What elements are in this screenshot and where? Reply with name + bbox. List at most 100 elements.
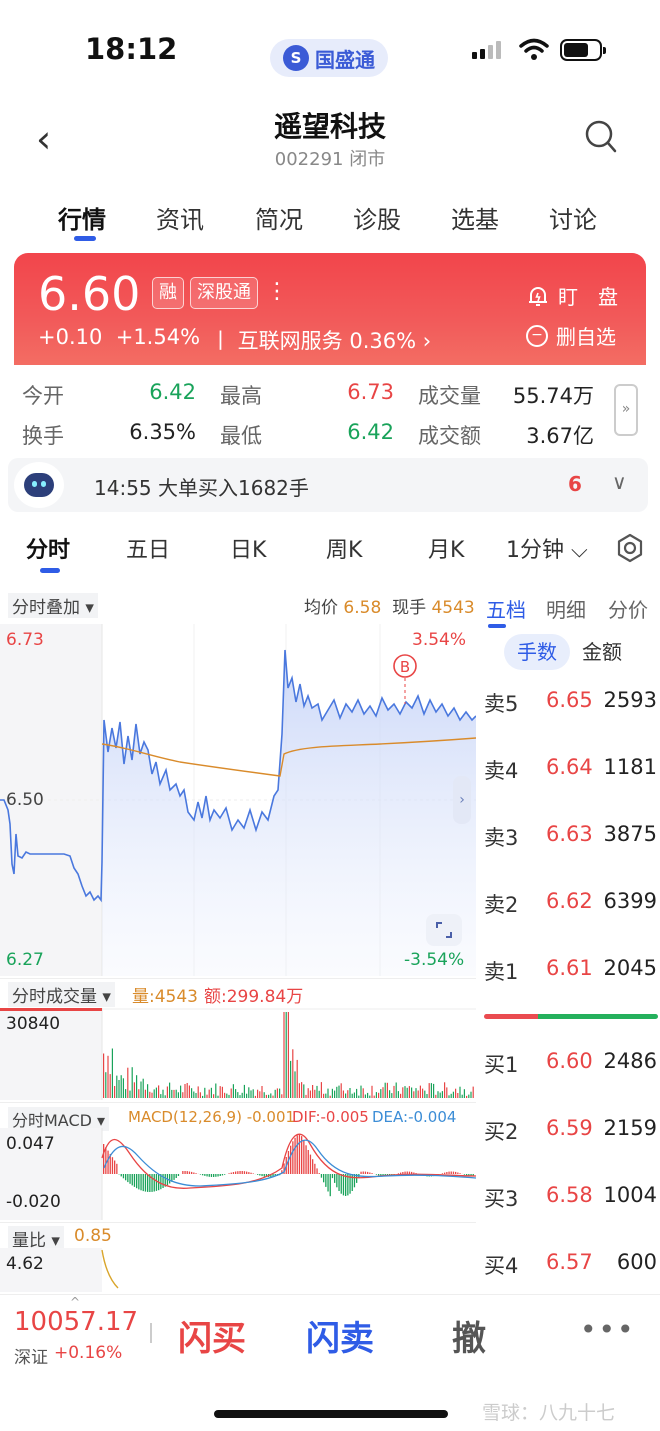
macd-bar <box>116 1163 118 1174</box>
bid-row[interactable]: 买3 6.58 1004 <box>480 1183 660 1215</box>
turnover-value: 6.35% <box>129 420 196 444</box>
tab-five-day[interactable]: 五日 <box>126 532 170 564</box>
ask-row[interactable]: 卖3 6.63 3875 <box>480 822 660 854</box>
volume-bar <box>246 1093 248 1098</box>
tab-details[interactable]: 明细 <box>546 594 586 623</box>
gear-icon[interactable] <box>614 532 646 564</box>
volume-bar <box>252 1089 254 1098</box>
volume-bar <box>296 1059 298 1098</box>
more-icon[interactable]: ••• <box>580 1313 636 1346</box>
bid-row[interactable]: 买2 6.59 2159 <box>480 1116 660 1148</box>
volume-bar <box>468 1094 470 1098</box>
expand-icon[interactable]: » <box>614 384 638 436</box>
volume-bar <box>395 1082 397 1098</box>
chevron-down-icon[interactable]: ∨ <box>612 470 627 494</box>
change-percent: +1.54% <box>115 325 201 349</box>
volume-bar <box>122 1078 124 1098</box>
tab-profile[interactable]: 简况 <box>255 200 303 235</box>
industry-link[interactable]: 丨 互联网服务 0.36% › <box>210 325 431 355</box>
macd-bar <box>188 1171 191 1174</box>
volume-bar <box>400 1093 402 1098</box>
tab-weekly-k[interactable]: 周K <box>326 532 362 564</box>
stock-code-status: 002291 闭市 <box>274 149 386 170</box>
tab-market[interactable]: 行情 <box>58 200 106 235</box>
bid-row[interactable]: 买1 6.60 2486 <box>480 1049 660 1081</box>
stock-header: ‹ 遥望科技 002291 闭市 <box>0 95 660 185</box>
connect-badge[interactable]: 深股通 <box>190 277 258 309</box>
search-icon[interactable] <box>584 119 618 155</box>
macd-bar <box>292 1141 294 1174</box>
volume-bar <box>459 1086 461 1098</box>
macd-bar <box>138 1174 140 1190</box>
volume-bar <box>276 1088 278 1098</box>
tab-funds[interactable]: 选基 <box>451 200 499 235</box>
volume-bar <box>191 1088 193 1098</box>
volume-bar <box>290 1060 292 1098</box>
volume-bar <box>199 1092 201 1098</box>
side-handle-icon[interactable]: › <box>453 776 471 824</box>
bid-row[interactable]: 买4 6.57 600 <box>480 1250 660 1282</box>
macd-bar <box>323 1174 325 1183</box>
volume-bar <box>120 1075 122 1098</box>
intraday-price-chart: B <box>0 624 476 976</box>
volume-bar <box>138 1089 140 1098</box>
margin-badge[interactable]: 融 <box>152 277 184 309</box>
volume-title[interactable]: 分时成交量 ▾ <box>8 982 115 1007</box>
volume-bar <box>358 1095 360 1098</box>
wifi-icon <box>519 38 549 60</box>
volume-bar <box>378 1092 380 1098</box>
flash-buy-button[interactable]: 闪买 <box>178 1311 246 1360</box>
tab-five-levels[interactable]: 五档 <box>486 594 526 623</box>
volume-bar <box>402 1087 404 1098</box>
volume-bar <box>382 1087 384 1098</box>
macd-bar <box>140 1174 142 1191</box>
home-indicator[interactable] <box>214 1410 448 1418</box>
volume-bar <box>452 1091 454 1098</box>
cancel-order-button[interactable]: 撤 <box>452 1311 486 1360</box>
tab-intraday[interactable]: 分时 <box>26 532 70 564</box>
macd-bar <box>111 1157 114 1174</box>
tab-price-dist[interactable]: 分价 <box>608 594 648 623</box>
tab-monthly-k[interactable]: 月K <box>428 532 464 564</box>
more-vertical-icon[interactable]: ⋮ <box>266 277 288 307</box>
overlay-selector[interactable]: 分时叠加 ▾ <box>8 593 98 618</box>
volume-bar <box>426 1094 428 1098</box>
amount-value: 3.67亿 <box>526 424 594 448</box>
volume-bar <box>230 1088 232 1098</box>
macd-value: MACD(12,26,9) -0.001 <box>128 1108 296 1126</box>
volume-bar <box>243 1084 245 1098</box>
flash-sell-button[interactable]: 闪卖 <box>306 1311 374 1360</box>
macd-bar <box>378 1174 380 1176</box>
volume-bar <box>182 1092 184 1098</box>
macd-bar <box>129 1174 131 1184</box>
watch-button[interactable]: 盯 盘 <box>526 281 618 310</box>
alert-bar[interactable]: 14:55 大单买入1682手 6 ∨ <box>8 458 648 512</box>
ask-row[interactable]: 卖2 6.62 6399 <box>480 889 660 921</box>
tab-daily-k[interactable]: 日K <box>230 532 266 564</box>
remove-favorite-button[interactable]: − 删自选 <box>526 321 616 350</box>
chart-area[interactable]: 分时叠加 ▾ 均价 6.58 现手 4543 B 6.73 6.50 6.27 … <box>0 584 476 1294</box>
index-value[interactable]: 10057.17 <box>14 1307 138 1337</box>
volume-bar <box>197 1086 199 1098</box>
volume-bar <box>441 1091 443 1098</box>
volume-bar <box>287 1012 289 1098</box>
index-change: +0.16% <box>54 1343 123 1363</box>
macd-bar <box>219 1174 221 1176</box>
volume-bar <box>408 1086 410 1098</box>
volume-bar <box>109 1074 111 1098</box>
tab-news[interactable]: 资讯 <box>156 200 204 235</box>
volume-bar <box>345 1093 347 1098</box>
amount-toggle[interactable]: 金额 <box>582 634 622 670</box>
ask-row[interactable]: 卖1 6.61 2045 <box>480 956 660 988</box>
fullscreen-icon[interactable] <box>426 914 462 946</box>
tab-discuss[interactable]: 讨论 <box>549 200 597 235</box>
ask-row[interactable]: 卖4 6.64 1181 <box>480 755 660 787</box>
volume-bar <box>228 1094 230 1098</box>
volume-bar <box>305 1094 307 1098</box>
tab-diagnosis[interactable]: 诊股 <box>353 200 401 235</box>
macd-bar <box>345 1174 347 1196</box>
volume-bar <box>133 1082 135 1098</box>
shares-toggle[interactable]: 手数 <box>504 634 570 670</box>
ask-row[interactable]: 卖5 6.65 2593 <box>480 688 660 720</box>
tab-minute-select[interactable]: 1分钟 ⌵ <box>506 532 588 564</box>
